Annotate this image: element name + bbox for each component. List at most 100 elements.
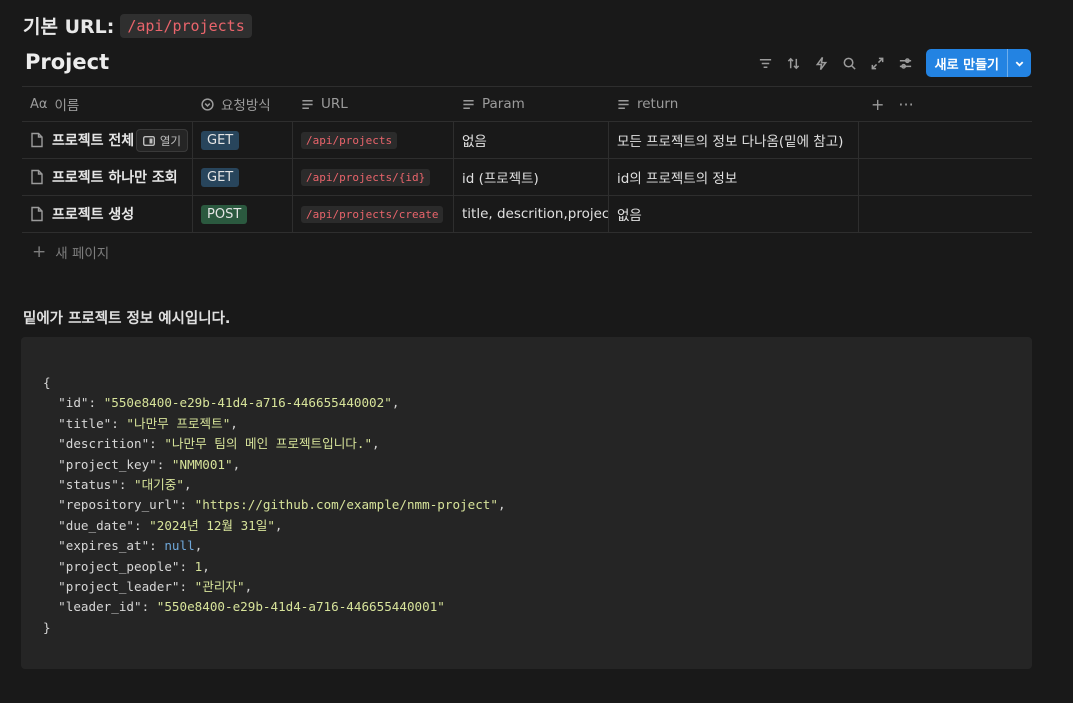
row-method-cell[interactable]: GET bbox=[193, 159, 293, 195]
column-label: URL bbox=[321, 96, 348, 112]
code-line: "project_key": "NMM001", bbox=[58, 456, 241, 472]
column-header-param[interactable]: Param bbox=[454, 87, 609, 121]
row-method-cell[interactable]: POST bbox=[193, 196, 293, 232]
text-icon bbox=[618, 99, 629, 109]
json-comma: , bbox=[230, 415, 238, 431]
add-column-icon[interactable]: + bbox=[871, 95, 884, 114]
search-icon[interactable] bbox=[836, 49, 864, 77]
json-key: "due_date" bbox=[58, 517, 134, 533]
code-lines: "id": "550e8400-e29b-41d4-a716-446655440… bbox=[43, 393, 1010, 617]
json-value: "관리자" bbox=[194, 579, 245, 595]
row-url-cell[interactable]: /api/projects bbox=[293, 122, 454, 158]
page-icon bbox=[31, 132, 43, 148]
row-name-cell[interactable]: 프로젝트 생성 bbox=[22, 196, 193, 232]
column-header-url[interactable]: URL bbox=[293, 87, 454, 121]
side-peek-icon bbox=[142, 135, 155, 146]
code-line: "status": "대기중", bbox=[58, 477, 192, 493]
json-comma: , bbox=[194, 538, 203, 554]
method-tag: POST bbox=[201, 204, 248, 224]
json-code-block[interactable]: { "id": "550e8400-e29b-41d4-a716-4466554… bbox=[21, 337, 1032, 669]
row-url-cell[interactable]: /api/projects/create bbox=[293, 196, 454, 232]
column-header-return[interactable]: return bbox=[609, 87, 859, 121]
column-label: 이름 bbox=[54, 98, 80, 114]
sort-icon[interactable] bbox=[780, 49, 808, 77]
url-code: /api/projects/{id} bbox=[301, 168, 431, 186]
row-name: 프로젝트 전체 bbox=[52, 133, 135, 149]
row-param-cell[interactable]: id (프로젝트) bbox=[454, 159, 609, 195]
code-line: "repository_url": "https://github.com/ex… bbox=[58, 497, 506, 513]
json-comma: , bbox=[372, 436, 380, 452]
row-name-cell[interactable]: 프로젝트 전체 열기 bbox=[22, 122, 193, 158]
text-icon bbox=[463, 99, 474, 109]
filter-icon[interactable] bbox=[752, 49, 780, 77]
row-return-cell[interactable]: 모든 프로젝트의 정보 다나옴(밑에 참고) bbox=[609, 122, 859, 158]
json-key: "title" bbox=[58, 415, 112, 431]
row-return-cell[interactable]: id의 프로젝트의 정보 bbox=[609, 159, 859, 195]
code-open-brace: { bbox=[43, 375, 51, 390]
settings-icon[interactable] bbox=[892, 49, 920, 77]
json-comma: , bbox=[244, 579, 253, 595]
row-method-cell[interactable]: GET bbox=[193, 122, 293, 158]
method-tag: GET bbox=[201, 167, 240, 187]
json-value: "2024년 12월 31일" bbox=[149, 517, 275, 533]
open-label: 열기 bbox=[159, 133, 181, 148]
json-comma: , bbox=[232, 456, 241, 472]
json-value: "550e8400-e29b-41d4-a716-446655440001" bbox=[156, 599, 445, 615]
code-line: "id": "550e8400-e29b-41d4-a716-446655440… bbox=[58, 395, 400, 411]
json-comma: , bbox=[274, 517, 283, 533]
json-value: "https://github.com/example/nmm-project" bbox=[194, 497, 498, 513]
text-icon bbox=[302, 99, 313, 109]
column-label: return bbox=[637, 96, 679, 112]
table-row[interactable]: 프로젝트 생성 POST /api/projects/create title,… bbox=[22, 196, 1032, 233]
json-value: "나만무 프로젝트" bbox=[126, 415, 231, 431]
database-table: Aα 이름 요청방식 URL Param return + ··· 프로젝트 전… bbox=[22, 86, 1032, 270]
code-line: "descrition": "나만무 팀의 메인 프로젝트입니다.", bbox=[58, 436, 380, 452]
json-key: "leader_id" bbox=[58, 599, 142, 615]
chevron-down-icon[interactable] bbox=[1007, 49, 1031, 77]
json-value: "550e8400-e29b-41d4-a716-446655440002" bbox=[103, 395, 392, 411]
title-property-icon: Aα bbox=[30, 96, 48, 112]
row-param-cell[interactable]: title, descrition,project_key bbox=[454, 196, 609, 232]
row-empty-cell bbox=[859, 196, 1032, 232]
json-comma: , bbox=[497, 497, 506, 513]
new-page-label: 새 페이지 bbox=[55, 245, 110, 262]
json-key: "status" bbox=[58, 477, 119, 493]
row-url-cell[interactable]: /api/projects/{id} bbox=[293, 159, 454, 195]
row-name: 프로젝트 하나만 조회 bbox=[52, 170, 178, 186]
column-label: 요청방식 bbox=[221, 98, 271, 114]
lightning-icon[interactable] bbox=[808, 49, 836, 77]
row-return-cell[interactable]: 없음 bbox=[609, 196, 859, 232]
method-tag: GET bbox=[201, 130, 240, 150]
table-header: Aα 이름 요청방식 URL Param return + ··· bbox=[22, 86, 1032, 122]
new-page-button[interactable]: + 새 페이지 bbox=[22, 233, 1032, 270]
json-key: "id" bbox=[58, 395, 89, 411]
expand-icon[interactable] bbox=[864, 49, 892, 77]
column-label: Param bbox=[482, 96, 525, 112]
json-comma: , bbox=[202, 558, 210, 574]
json-comma: , bbox=[183, 477, 192, 493]
code-line: "project_leader": "관리자", bbox=[58, 579, 253, 595]
new-button[interactable]: 새로 만들기 bbox=[925, 49, 1031, 77]
code-line: "project_people": 1, bbox=[58, 558, 210, 574]
database-toolbar: 새로 만들기 bbox=[752, 49, 1031, 77]
json-key: "project_key" bbox=[58, 456, 157, 472]
database-title[interactable]: Project bbox=[25, 50, 109, 74]
column-header-name[interactable]: Aα 이름 bbox=[22, 87, 193, 121]
select-icon bbox=[201, 97, 214, 111]
new-button-label[interactable]: 새로 만들기 bbox=[926, 49, 1007, 77]
json-value: "대기중" bbox=[134, 477, 184, 493]
url-code: /api/projects/create bbox=[301, 205, 444, 223]
row-param-cell[interactable]: 없음 bbox=[454, 122, 609, 158]
json-key: "project_leader" bbox=[58, 579, 180, 595]
row-empty-cell bbox=[859, 122, 1032, 158]
more-options-icon[interactable]: ··· bbox=[898, 95, 913, 114]
table-row[interactable]: 프로젝트 전체 열기 GET /api/projects 없음 모든 프로젝트의… bbox=[22, 122, 1032, 159]
json-value: "나만무 팀의 메인 프로젝트입니다." bbox=[164, 436, 373, 452]
json-key: "expires_at" bbox=[58, 538, 150, 554]
open-page-button[interactable]: 열기 bbox=[135, 129, 188, 152]
code-line: "due_date": "2024년 12월 31일", bbox=[58, 517, 283, 533]
column-header-method[interactable]: 요청방식 bbox=[193, 87, 293, 121]
code-line: "expires_at": null, bbox=[58, 538, 203, 554]
table-row[interactable]: 프로젝트 하나만 조회 GET /api/projects/{id} id (프… bbox=[22, 159, 1032, 196]
row-name-cell[interactable]: 프로젝트 하나만 조회 bbox=[22, 159, 193, 195]
